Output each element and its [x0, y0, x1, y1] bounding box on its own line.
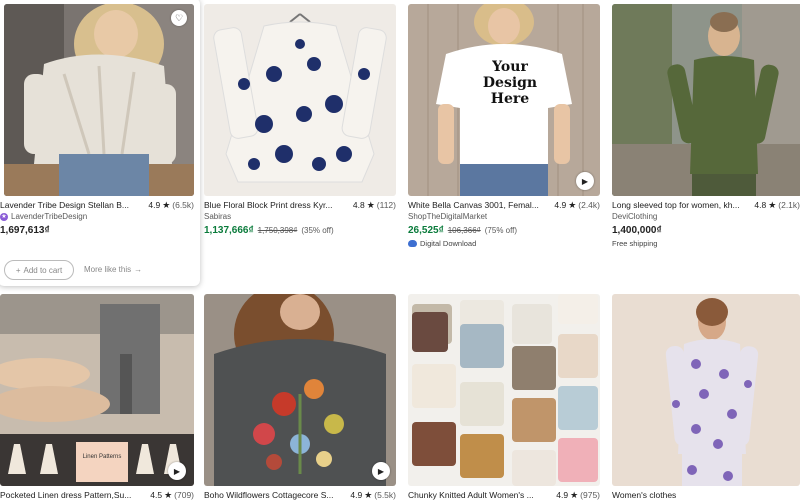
- review-count: (975): [580, 490, 600, 500]
- listing-image[interactable]: [4, 4, 194, 196]
- add-to-cart-button[interactable]: + Add to cart: [4, 260, 74, 280]
- pattern-badge: Linen Patterns: [82, 454, 122, 460]
- review-count: (2.4k): [578, 200, 600, 210]
- star-icon: ★: [162, 200, 171, 210]
- star-seller-icon: ★: [0, 212, 8, 221]
- listing-rating: 4.9 ★ (975): [550, 490, 600, 501]
- more-like-this-label: More like this: [84, 265, 132, 274]
- original-price: 1,750,398₫: [257, 226, 298, 235]
- digital-download-badge: Digital Download: [408, 239, 476, 248]
- shirt-design-text: Your Design Here: [482, 59, 538, 107]
- listing-image[interactable]: [612, 294, 800, 486]
- sale-price: 1,137,666₫: [204, 225, 254, 236]
- cloud-download-icon: [408, 240, 417, 247]
- rating-value: 4.9: [554, 200, 567, 210]
- review-count: (2.1k): [778, 200, 800, 210]
- review-count: (709): [174, 490, 194, 500]
- listing-card-3[interactable]: Your Design Here ▶ White Bella Canvas 30…: [408, 4, 600, 254]
- star-icon: ★: [164, 490, 173, 500]
- shop-name[interactable]: ★ LavenderTribeDesign: [0, 212, 87, 221]
- listing-title[interactable]: Blue Floral Block Print dress Kyr...: [204, 200, 333, 211]
- listing-card-1[interactable]: ♡ Lavender Tribe Design Stellan B... 4.9…: [0, 0, 200, 294]
- listing-rating: 4.8 ★ (2.1k): [748, 200, 800, 211]
- listing-image[interactable]: [408, 294, 600, 486]
- plus-icon: +: [15, 265, 21, 275]
- free-shipping-label: Free shipping: [612, 239, 658, 248]
- listing-title-row: Women's clothes: [612, 490, 800, 501]
- listing-title-row: White Bella Canvas 3001, Femal... 4.9 ★ …: [408, 200, 600, 211]
- shop-name[interactable]: ShopTheDigitalMarket: [408, 212, 487, 221]
- price-row: 1,400,000₫: [612, 225, 662, 236]
- play-video-icon[interactable]: ▶: [372, 462, 390, 480]
- listing-title[interactable]: Boho Wildflowers Cottagecore S...: [204, 490, 333, 501]
- digital-download-label: Digital Download: [420, 239, 477, 248]
- listing-card-4[interactable]: Long sleeved top for women, kh... 4.8 ★ …: [612, 4, 800, 254]
- listing-image[interactable]: [204, 294, 396, 486]
- favorite-heart-icon[interactable]: ♡: [171, 10, 187, 26]
- play-video-icon[interactable]: ▶: [576, 172, 594, 190]
- rating-value: 4.9: [148, 200, 161, 210]
- original-price: 106,366₫: [447, 226, 481, 235]
- listing-card-2[interactable]: Blue Floral Block Print dress Kyr... 4.8…: [204, 4, 396, 244]
- listing-title[interactable]: Lavender Tribe Design Stellan B...: [0, 200, 129, 211]
- review-count: (5.5k): [374, 490, 396, 500]
- star-icon: ★: [570, 490, 579, 500]
- arrow-right-icon: →: [134, 265, 143, 274]
- listing-title-row: Lavender Tribe Design Stellan B... 4.9 ★…: [0, 200, 194, 211]
- shop-label: Sabiras: [204, 212, 232, 221]
- price: 1,697,613₫: [0, 225, 50, 236]
- listing-rating: 4.9 ★ (2.4k): [548, 200, 600, 211]
- review-count: (6.5k): [172, 200, 194, 210]
- rating-value: 4.9: [556, 490, 569, 500]
- free-shipping-badge: Free shipping: [612, 239, 657, 248]
- listing-title[interactable]: Pocketed Linen dress Pattern,Su...: [0, 490, 131, 501]
- listing-image[interactable]: [204, 4, 396, 196]
- listing-card-7[interactable]: Chunky Knitted Adult Women's ... 4.9 ★ (…: [408, 294, 600, 500]
- listing-card-5[interactable]: Linen Patterns ▶ Pocketed Linen dress Pa…: [0, 294, 194, 500]
- star-icon: ★: [364, 490, 373, 500]
- listing-title-row: Pocketed Linen dress Pattern,Su... 4.5 ★…: [0, 490, 194, 501]
- listing-card-6[interactable]: ▶ Boho Wildflowers Cottagecore S... 4.9 …: [204, 294, 396, 500]
- listing-title[interactable]: White Bella Canvas 3001, Femal...: [408, 200, 539, 211]
- listing-image[interactable]: Linen Patterns: [0, 294, 194, 486]
- listing-image[interactable]: Your Design Here: [408, 4, 600, 196]
- rating-value: 4.8: [754, 200, 767, 210]
- price-row: 1,697,613₫: [0, 225, 50, 236]
- rating-value: 4.8: [352, 200, 365, 210]
- listing-title-row: Blue Floral Block Print dress Kyr... 4.8…: [204, 200, 396, 211]
- discount-label: (35% off): [301, 226, 334, 235]
- star-icon: ★: [366, 200, 375, 210]
- star-icon: ★: [768, 200, 777, 210]
- discount-label: (75% off): [484, 226, 518, 235]
- listing-title-row: Chunky Knitted Adult Women's ... 4.9 ★ (…: [408, 490, 600, 501]
- sale-price: 26,525₫: [408, 225, 444, 236]
- play-video-icon[interactable]: ▶: [168, 462, 186, 480]
- listing-title[interactable]: Long sleeved top for women, kh...: [612, 200, 740, 211]
- listing-title[interactable]: Women's clothes: [612, 490, 676, 501]
- shop-label: ShopTheDigitalMarket: [408, 212, 488, 221]
- more-like-this-link[interactable]: More like this →: [84, 265, 142, 274]
- shop-label: DeviClothing: [612, 212, 658, 221]
- shop-name[interactable]: Sabiras: [204, 212, 231, 221]
- rating-value: 4.9: [350, 490, 363, 500]
- price-row: 26,525₫ 106,366₫ (75% off): [408, 225, 517, 236]
- rating-value: 4.5: [150, 490, 163, 500]
- listing-rating: 4.9 ★ (5.5k): [344, 490, 396, 501]
- listing-title-row: Boho Wildflowers Cottagecore S... 4.9 ★ …: [204, 490, 396, 501]
- star-icon: ★: [568, 200, 577, 210]
- shop-label: LavenderTribeDesign: [11, 212, 88, 221]
- add-to-cart-label: Add to cart: [23, 265, 63, 275]
- price: 1,400,000₫: [612, 225, 662, 236]
- listing-rating: 4.5 ★ (709): [144, 490, 194, 501]
- listing-rating: 4.9 ★ (6.5k): [142, 200, 194, 211]
- listing-title[interactable]: Chunky Knitted Adult Women's ...: [408, 490, 534, 501]
- listing-image[interactable]: [612, 4, 800, 196]
- listing-title-row: Long sleeved top for women, kh... 4.8 ★ …: [612, 200, 800, 211]
- listing-card-8[interactable]: Women's clothes: [612, 294, 800, 500]
- price-row: 1,137,666₫ 1,750,398₫ (35% off): [204, 225, 334, 236]
- shop-name[interactable]: DeviClothing: [612, 212, 657, 221]
- review-count: (112): [376, 200, 396, 210]
- listing-rating: 4.8 ★ (112): [347, 200, 396, 211]
